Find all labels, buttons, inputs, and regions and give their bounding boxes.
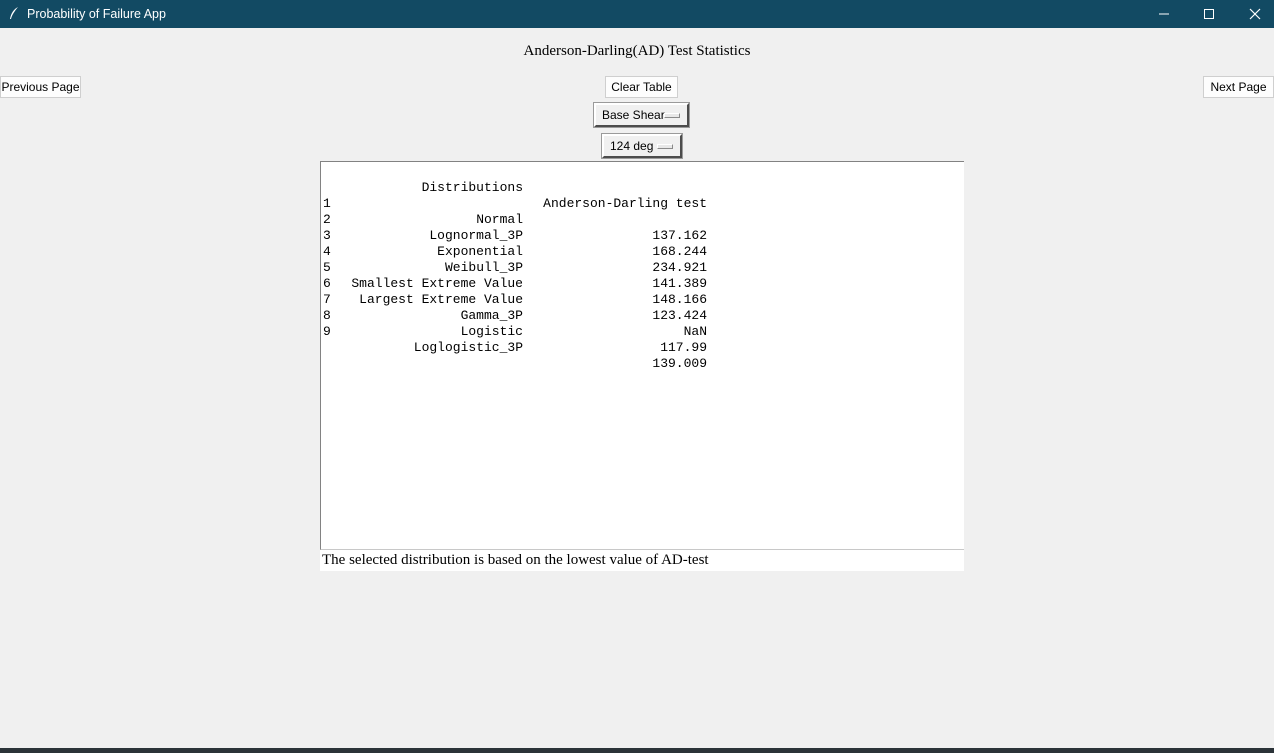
- maximize-button[interactable]: [1186, 0, 1232, 28]
- row-ad-value: 148.166: [652, 292, 707, 307]
- previous-page-button[interactable]: Previous Page: [0, 76, 81, 98]
- quantity-dropdown[interactable]: Base Shear: [593, 102, 690, 128]
- table-row: 1 Normal 137.162: [323, 180, 707, 243]
- feather-icon: [10, 7, 18, 19]
- angle-dropdown[interactable]: 124 deg: [601, 133, 683, 159]
- table-row: 5 Smallest Extreme Value 148.166: [323, 244, 707, 307]
- row-ad-value: 234.921: [652, 260, 707, 275]
- row-ad-value: 137.162: [652, 228, 707, 243]
- app-window: Probability of Failure App Anderson-Darl…: [0, 0, 1274, 753]
- row-index: 9: [323, 324, 331, 339]
- table-row: 6 Largest Extreme Value 123.424: [323, 260, 707, 323]
- results-text-area[interactable]: Distributions Anderson-Darling test 1 No…: [320, 161, 964, 550]
- column-header-ad-test: Anderson-Darling test: [543, 196, 707, 211]
- maximize-icon: [1204, 9, 1214, 19]
- table-row: 9 Loglogistic_3P 139.009: [323, 308, 707, 371]
- row-ad-value: 123.424: [652, 308, 707, 323]
- row-ad-value: 141.389: [652, 276, 707, 291]
- title-bar: Probability of Failure App: [0, 0, 1274, 28]
- minimize-button[interactable]: [1141, 0, 1187, 28]
- table-row: 4 Weibull_3P 141.389: [323, 228, 707, 291]
- row-ad-value: 139.009: [652, 356, 707, 371]
- page-title: Anderson-Darling(AD) Test Statistics: [523, 43, 751, 59]
- minimize-icon: [1159, 13, 1169, 15]
- table-row: 8 Logistic 117.99: [323, 292, 707, 355]
- table-row: 3 Exponential 234.921: [323, 212, 707, 275]
- row-ad-value: 117.99: [660, 340, 707, 355]
- angle-dropdown-value: 124 deg: [610, 139, 654, 153]
- close-icon: [1249, 8, 1261, 20]
- table-row: 2 Lognormal_3P 168.244: [323, 196, 707, 259]
- ad-results-table: Distributions Anderson-Darling test 1 No…: [323, 164, 707, 371]
- table-row: 7 Gamma_3P NaN: [323, 276, 707, 339]
- close-button[interactable]: [1232, 0, 1274, 28]
- row-distribution: Loglogistic_3P: [413, 340, 523, 355]
- quantity-dropdown-value: Base Shear: [602, 108, 665, 122]
- window-title: Probability of Failure App: [27, 7, 166, 21]
- dropdown-indicator-icon: [664, 113, 680, 118]
- selection-note: The selected distribution is based on th…: [320, 550, 964, 571]
- clear-table-button[interactable]: Clear Table: [605, 76, 678, 98]
- dropdown-indicator-icon: [657, 144, 673, 149]
- table-header-row: Distributions Anderson-Darling test: [323, 164, 707, 211]
- row-ad-value: 168.244: [652, 244, 707, 259]
- row-ad-value: NaN: [683, 324, 707, 339]
- taskbar-edge: [0, 748, 1274, 753]
- next-page-button[interactable]: Next Page: [1203, 76, 1274, 98]
